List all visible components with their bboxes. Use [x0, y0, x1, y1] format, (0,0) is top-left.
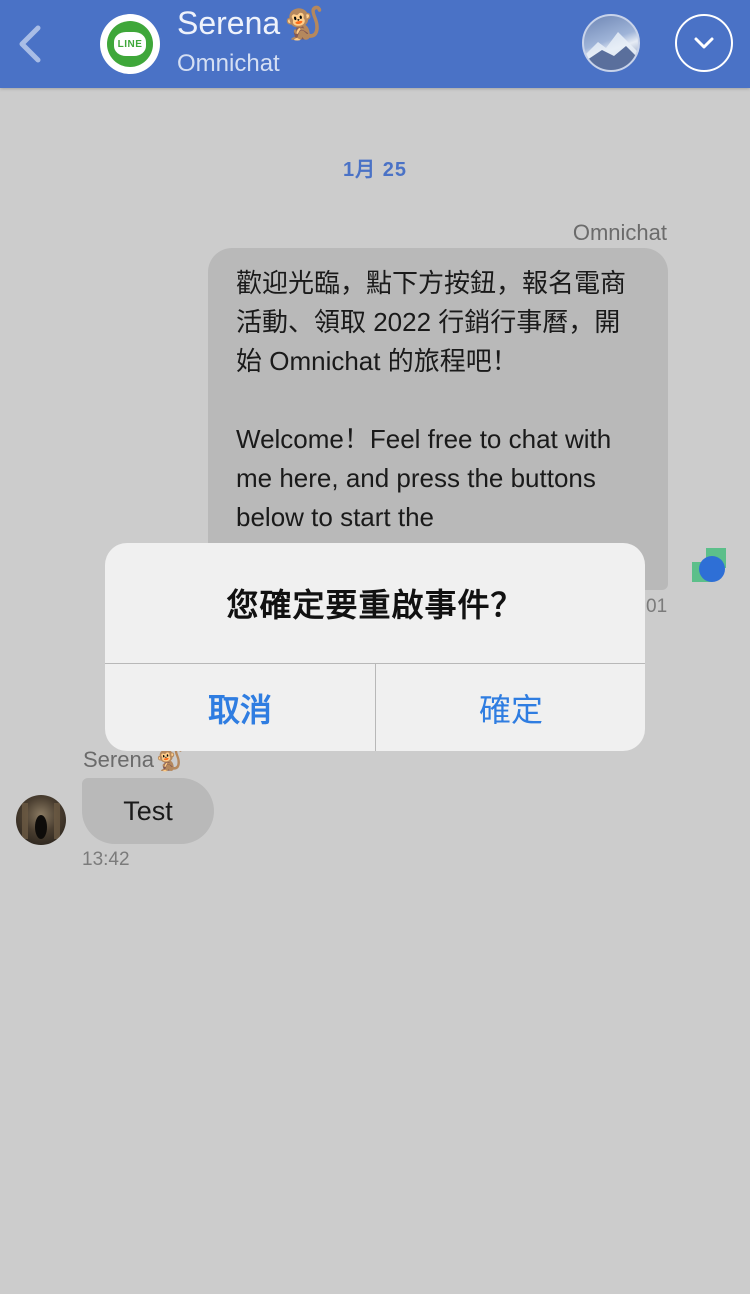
dialog-title: 您確定要重啟事件？	[226, 587, 524, 623]
dropdown-button[interactable]	[675, 14, 733, 72]
mountain-photo-icon	[584, 32, 638, 70]
message-text-zh: 歡迎光臨，點下方按鈕，報名電商活動、領取 2022 行銷行事曆，開始 Omnic…	[236, 268, 627, 376]
chevron-left-icon	[19, 25, 41, 63]
message-text-en: Welcome！Feel free to chat with me here, …	[236, 424, 612, 532]
confirm-dialog: 您確定要重啟事件？ 取消 確定	[105, 543, 645, 751]
line-logo-text: LINE	[114, 32, 146, 56]
user-avatar[interactable]	[16, 795, 66, 845]
chevron-down-icon	[694, 37, 714, 49]
incoming-timestamp: 13:42	[82, 849, 130, 870]
date-separator: 1月 25	[343, 159, 407, 181]
incoming-message-text: Test	[123, 795, 173, 826]
cancel-button[interactable]: 取消	[105, 664, 375, 751]
omnichat-bot-avatar	[692, 548, 726, 582]
omnichat-logo-icon	[692, 548, 726, 582]
line-channel-icon: LINE	[100, 14, 160, 74]
outgoing-message-bubble[interactable]: 歡迎光臨，點下方按鈕，報名電商活動、領取 2022 行銷行事曆，開始 Omnic…	[208, 248, 668, 590]
chat-header: LINE Serena 🐒 Omnichat	[0, 0, 750, 88]
outgoing-sender-name: Omnichat	[572, 220, 667, 245]
user-photo-icon	[22, 803, 60, 839]
incoming-message-bubble[interactable]: Test	[82, 778, 214, 844]
contact-name-text: Serena	[177, 4, 281, 41]
contact-name: Serena 🐒	[177, 4, 324, 42]
back-button[interactable]	[14, 22, 50, 66]
confirm-button[interactable]: 確定	[376, 664, 645, 751]
channel-name: Omnichat	[177, 50, 280, 77]
profile-avatar[interactable]	[582, 14, 640, 72]
outgoing-timestamp: 01	[646, 596, 668, 617]
monkey-emoji: 🐒	[284, 5, 325, 41]
